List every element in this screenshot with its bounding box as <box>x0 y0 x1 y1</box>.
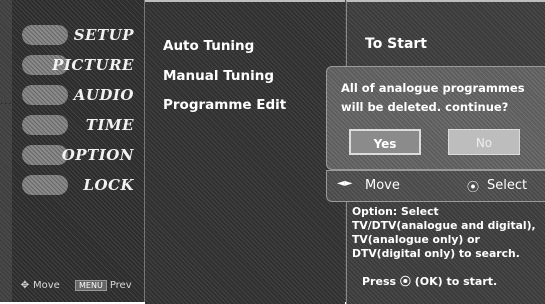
sidebar-item-picture[interactable]: PICTURE <box>12 50 144 80</box>
sidebar-item-label: TIME <box>85 116 134 134</box>
prev-label: Prev <box>109 280 132 291</box>
move-hint-label: Move <box>365 178 400 193</box>
move-icon: ✥ <box>20 280 30 291</box>
yes-button[interactable]: Yes <box>349 129 421 155</box>
confirm-dialog: All of analogue programmes will be delet… <box>326 66 545 170</box>
press-suffix: (OK) to start. <box>410 275 498 288</box>
no-button[interactable]: No <box>448 129 520 155</box>
sidebar-item-label: OPTION <box>61 146 134 164</box>
setup-icon <box>22 25 68 45</box>
to-start-title: To Start <box>365 36 428 52</box>
press-ok-text: Press ⦿ (OK) to start. <box>362 273 497 289</box>
setup-submenu: Auto Tuning Manual Tuning Programme Edit <box>145 0 345 304</box>
option-help-text: Option: Select TV/DTV(analogue and digit… <box>352 205 536 260</box>
dialog-message: All of analogue programmes will be delet… <box>341 81 525 114</box>
sidebar-item-label: AUDIO <box>73 86 134 104</box>
sidebar-menu: SETUP PICTURE AUDIO TIME OPTION LOCK ✥ Mo… <box>12 0 145 302</box>
select-hint-label: Select <box>487 178 528 193</box>
sidebar-item-setup[interactable]: SETUP <box>12 20 144 50</box>
ok-button-icon: ⦿ <box>399 275 411 288</box>
sidebar-item-lock[interactable]: LOCK <box>12 170 144 200</box>
submenu-item-programme-edit[interactable]: Programme Edit <box>163 97 286 113</box>
submenu-item-manual-tuning[interactable]: Manual Tuning <box>163 68 274 84</box>
menu-key-icon: MENU <box>75 280 107 291</box>
press-prefix: Press <box>362 275 400 288</box>
lock-icon <box>22 175 68 195</box>
sidebar-footer: ✥ Move MENU Prev <box>20 280 132 291</box>
time-icon <box>22 115 68 135</box>
sidebar-item-label: PICTURE <box>52 56 134 74</box>
left-right-arrows-icon: ◄► <box>337 178 353 189</box>
nav-hint-bar: ◄► Move ⦿ Select <box>326 170 545 202</box>
sidebar-item-label: LOCK <box>83 176 134 194</box>
ok-button-icon: ⦿ <box>467 180 480 194</box>
audio-icon <box>22 85 68 105</box>
sidebar-item-time[interactable]: TIME <box>12 110 144 140</box>
submenu-item-auto-tuning[interactable]: Auto Tuning <box>163 38 254 54</box>
move-label: Move <box>33 280 60 291</box>
sidebar-item-label: SETUP <box>73 26 134 44</box>
sidebar-item-audio[interactable]: AUDIO <box>12 80 144 110</box>
sidebar-item-option[interactable]: OPTION <box>12 140 144 170</box>
